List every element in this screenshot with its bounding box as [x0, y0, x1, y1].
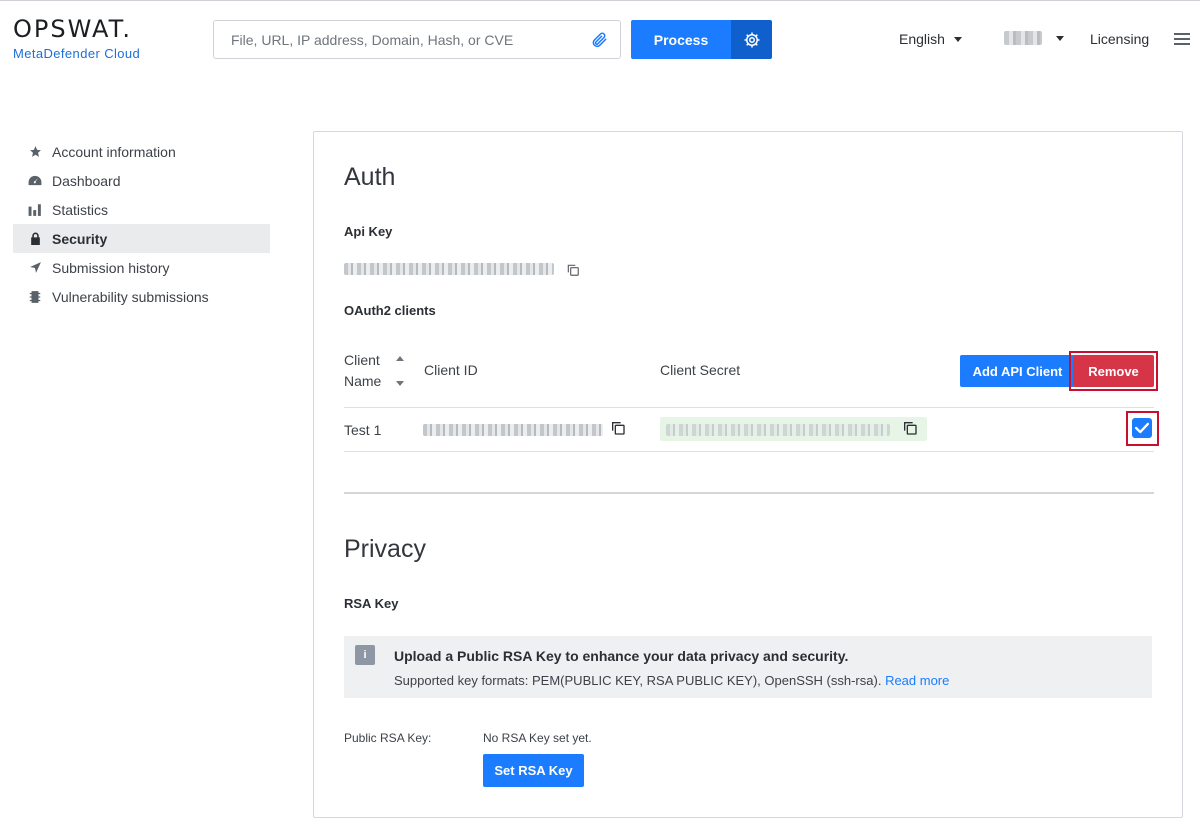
public-rsa-key-label: Public RSA Key:: [344, 731, 432, 745]
copy-icon[interactable]: [610, 420, 626, 436]
username-redacted: [1004, 31, 1042, 45]
product-name: MetaDefender Cloud: [13, 46, 141, 61]
sidebar-item-submission-history[interactable]: Submission history: [13, 253, 270, 282]
language-label: English: [899, 31, 945, 47]
search-placeholder: File, URL, IP address, Domain, Hash, or …: [231, 32, 514, 48]
api-key-label: Api Key: [344, 224, 393, 239]
chip-icon: [28, 290, 42, 304]
process-button[interactable]: Process: [631, 20, 731, 59]
set-rsa-key-button[interactable]: Set RSA Key: [483, 754, 584, 787]
settings-card: Auth Api Key OAuth2 clients Client Name …: [313, 131, 1183, 818]
sidebar-item-vulnerability-submissions[interactable]: Vulnerability submissions: [13, 282, 270, 311]
sort-ascending-icon[interactable]: [396, 356, 404, 361]
sidebar-item-dashboard[interactable]: Dashboard: [13, 166, 270, 195]
sidebar-item-label: Vulnerability submissions: [52, 288, 209, 305]
copy-icon[interactable]: [566, 263, 580, 277]
column-header-client-name-line2[interactable]: Name: [344, 373, 381, 389]
table-row-divider: [344, 451, 1154, 452]
top-border: [0, 0, 1200, 1]
read-more-link[interactable]: Read more: [885, 673, 949, 688]
sidebar-item-label: Dashboard: [52, 172, 121, 189]
client-secret-redacted: [666, 424, 890, 436]
sidebar: Account information Dashboard Statistics…: [13, 137, 270, 311]
copy-icon[interactable]: [902, 420, 918, 436]
rsa-info-subtitle: Supported key formats: PEM(PUBLIC KEY, R…: [394, 673, 949, 688]
sidebar-item-statistics[interactable]: Statistics: [13, 195, 270, 224]
auth-heading: Auth: [344, 163, 396, 191]
dashboard-icon: [28, 174, 42, 188]
menu-icon[interactable]: [1174, 33, 1190, 45]
sort-descending-icon[interactable]: [396, 381, 404, 386]
search-input[interactable]: File, URL, IP address, Domain, Hash, or …: [213, 20, 621, 59]
chevron-down-icon: [1056, 35, 1064, 41]
remove-highlight-box: [1069, 351, 1158, 391]
gear-icon: [744, 32, 759, 47]
add-api-client-button[interactable]: Add API Client: [960, 355, 1075, 387]
sidebar-item-label: Security: [52, 230, 108, 247]
settings-button[interactable]: [731, 20, 772, 59]
lock-icon: [28, 232, 42, 246]
column-header-client-id: Client ID: [424, 362, 478, 378]
rsa-info-alert: [344, 636, 1152, 698]
rsa-info-title: Upload a Public RSA Key to enhance your …: [394, 648, 849, 664]
table-header-divider: [344, 407, 1154, 408]
paperclip-icon[interactable]: [590, 31, 608, 49]
checkbox-highlight-box: [1126, 411, 1159, 446]
licensing-link[interactable]: Licensing: [1090, 31, 1149, 47]
bar-chart-icon: [28, 203, 42, 217]
star-icon: [28, 145, 42, 159]
public-rsa-key-value: No RSA Key set yet.: [483, 731, 592, 745]
sidebar-item-account-information[interactable]: Account information: [13, 137, 270, 166]
chevron-down-icon: [953, 36, 962, 42]
column-header-client-secret: Client Secret: [660, 362, 741, 378]
user-dropdown[interactable]: [1004, 31, 1064, 45]
logo[interactable]: OPSWAT. MetaDefender Cloud: [13, 16, 140, 61]
language-dropdown[interactable]: English: [899, 31, 962, 47]
brand-name: OPSWAT.: [13, 15, 133, 43]
rsa-info-formats: Supported key formats: PEM(PUBLIC KEY, R…: [394, 673, 882, 688]
process-group: Process: [631, 20, 772, 59]
sidebar-item-label: Account information: [52, 143, 176, 160]
api-key-value-redacted: [344, 263, 554, 275]
column-header-client-name-line1[interactable]: Client: [344, 352, 380, 368]
info-icon: i: [355, 645, 375, 665]
privacy-heading: Privacy: [344, 535, 426, 563]
location-arrow-icon: [28, 261, 42, 275]
rsa-key-label: RSA Key: [344, 596, 399, 611]
sidebar-item-label: Statistics: [52, 201, 109, 218]
sidebar-item-security[interactable]: Security: [13, 224, 270, 253]
client-name-cell: Test 1: [344, 422, 382, 438]
client-id-redacted: [423, 424, 603, 436]
oauth2-clients-label: OAuth2 clients: [344, 303, 436, 318]
sidebar-item-label: Submission history: [52, 259, 170, 276]
section-divider: [344, 492, 1154, 494]
